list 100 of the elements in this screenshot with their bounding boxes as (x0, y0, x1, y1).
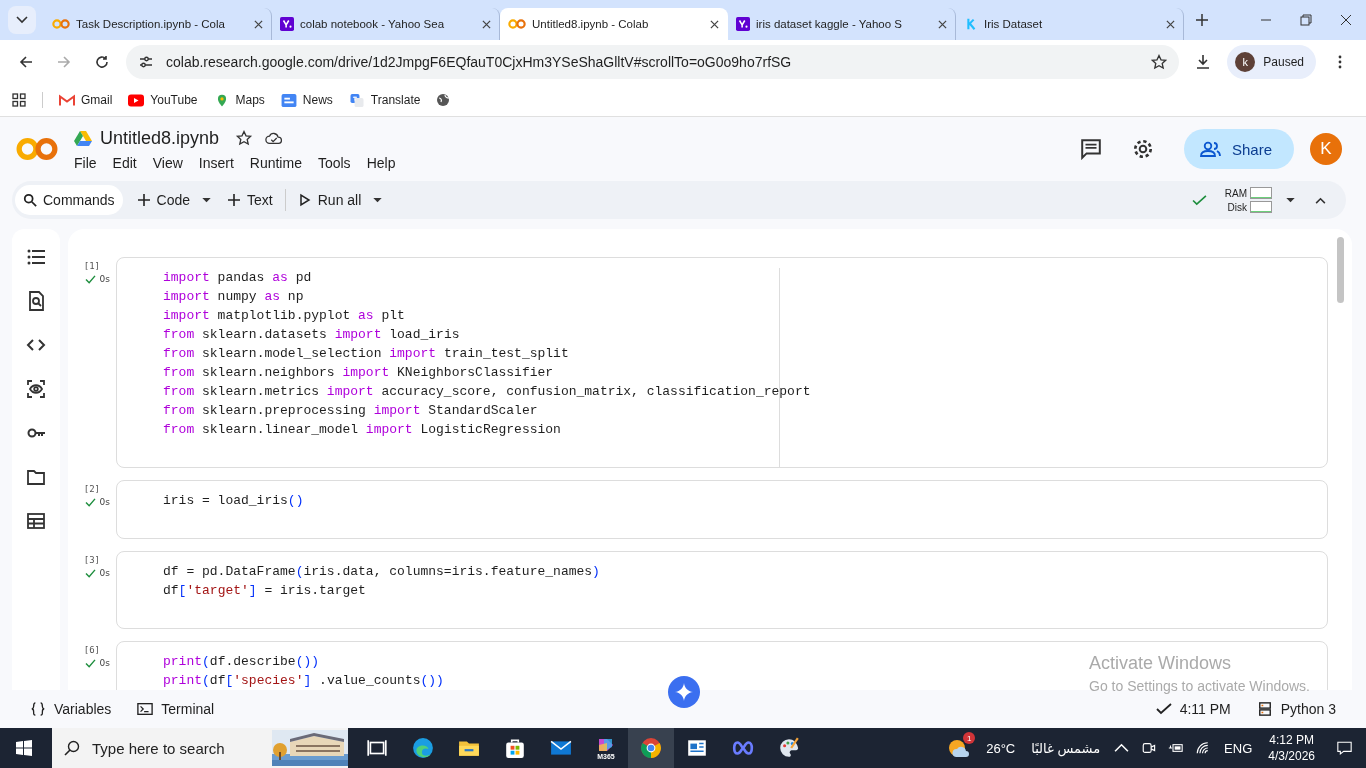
check-icon (84, 568, 96, 578)
palette-icon[interactable] (778, 737, 800, 759)
caret-icon[interactable] (202, 197, 212, 203)
menu-item[interactable]: Help (366, 154, 396, 171)
execution-time: 0s (99, 497, 110, 507)
task-view-icon[interactable] (366, 737, 388, 759)
colab-logo-icon (52, 18, 70, 30)
code-cell[interactable]: iris = load_iris() (116, 480, 1328, 539)
chevron-up-icon[interactable] (1114, 741, 1130, 755)
server-icon (1256, 702, 1273, 716)
battery-icon[interactable] (1168, 741, 1184, 755)
menu-item[interactable]: File (74, 154, 97, 171)
weather-icon[interactable] (948, 738, 971, 758)
execution-time: 0s (99, 568, 110, 578)
save-status[interactable]: 4:11 PM (1155, 701, 1231, 717)
yahoo-logo-icon (280, 17, 294, 31)
temperature[interactable]: 26°C (986, 740, 1016, 756)
store-icon[interactable] (504, 737, 526, 759)
table-icon[interactable] (26, 511, 46, 531)
restore-icon[interactable] (1300, 14, 1312, 26)
colab-logo-icon[interactable] (16, 136, 58, 162)
execution-count: [1] (83, 261, 100, 271)
bookmark-link[interactable]: Maps (213, 93, 265, 107)
notebook-title[interactable]: Untitled8.ipynb (100, 127, 220, 149)
bookmark-link[interactable]: YouTube (128, 93, 198, 107)
news-app-icon[interactable] (686, 737, 708, 759)
comment-icon[interactable] (1079, 138, 1102, 160)
list-icon[interactable] (26, 247, 46, 267)
collapse-icon[interactable] (1315, 196, 1326, 204)
wifi-icon[interactable] (1195, 741, 1211, 755)
terminal-icon (137, 702, 154, 716)
menu-item[interactable]: View (152, 154, 183, 171)
caret-icon[interactable] (1286, 197, 1295, 203)
terminal-button[interactable]: Terminal (137, 701, 215, 717)
chrome-icon[interactable] (640, 737, 662, 759)
menu-item[interactable]: Tools (317, 154, 351, 171)
ram-label: RAM (1224, 187, 1247, 199)
bookmark-link[interactable]: Translate (348, 93, 421, 107)
browser-tab[interactable]: Untitled8.ipynb - Colab (500, 8, 728, 40)
menu-item[interactable]: Edit (112, 154, 137, 171)
add-code-button[interactable]: Code (128, 185, 199, 215)
menu-item[interactable]: Insert (198, 154, 234, 171)
code-line: from sklearn.metrics import accuracy_score, confusion_matrix, classification_report (163, 383, 811, 401)
execution-time: 0s (99, 274, 110, 284)
add-text-button[interactable]: Text (219, 185, 281, 215)
new-tab-icon[interactable] (1196, 14, 1208, 26)
tab-search-button[interactable] (8, 6, 36, 34)
bookmark-link[interactable]: News (280, 93, 333, 107)
cloud-check-icon[interactable] (265, 130, 284, 146)
colab-logo-icon (508, 18, 526, 30)
braces-icon (30, 702, 46, 716)
bookmark-link[interactable]: Gmail (59, 93, 113, 107)
taskbar-search-field[interactable]: Type here to search (52, 728, 348, 768)
input-language[interactable]: ENG (1224, 740, 1253, 756)
people-icon (1199, 141, 1222, 157)
start-icon[interactable] (16, 740, 32, 756)
bookmark-star-icon[interactable] (1151, 54, 1168, 70)
share-button[interactable]: Share (1183, 129, 1294, 169)
variables-button[interactable]: Variables (30, 701, 112, 717)
folder-icon[interactable] (26, 467, 46, 487)
back-icon[interactable] (18, 54, 34, 70)
runtime-status[interactable]: Python 3 (1256, 701, 1336, 717)
settings-icon[interactable] (1131, 138, 1154, 160)
drive-icon[interactable] (74, 130, 92, 146)
close-icon[interactable] (1340, 14, 1352, 26)
camera-icon[interactable] (1141, 741, 1157, 755)
code-line: from sklearn.preprocessing import StandardScaler (163, 402, 538, 420)
profile-button[interactable]: k Paused (1227, 45, 1316, 79)
close-icon[interactable] (254, 19, 263, 29)
commands-button[interactable]: Commands (15, 185, 123, 215)
find-icon[interactable] (26, 291, 46, 311)
disk-label: Disk (1227, 201, 1247, 213)
download-icon[interactable] (1195, 54, 1212, 70)
globe-icon[interactable] (436, 93, 451, 107)
edge-icon[interactable] (412, 737, 434, 759)
run-all-button[interactable]: Run all (289, 185, 370, 215)
apps-grid-icon[interactable] (12, 93, 26, 107)
close-icon[interactable] (710, 19, 719, 29)
taskbar-clock[interactable]: 4:12 PM 4/3/2026 (1268, 733, 1315, 763)
close-icon[interactable] (482, 19, 491, 29)
gemini-button[interactable] (668, 676, 700, 708)
translate-icon (348, 93, 365, 107)
address-field[interactable]: colab.research.google.com/drive/1d2JmpgF6EQfauT0CjxHm3YSeShaGlltV#scrollTo=oG0o9ho7rfSG (126, 45, 1180, 79)
execution-time: 0s (99, 658, 110, 668)
scrollbar[interactable] (1337, 237, 1344, 303)
code-line: import matplotlib.pyplot as plt (163, 307, 405, 325)
star-icon[interactable] (235, 130, 254, 146)
gmail-icon (59, 93, 75, 107)
site-settings-icon[interactable] (138, 54, 154, 70)
notifications-icon[interactable] (1337, 741, 1352, 755)
weather-condition[interactable]: مشمس غالبًا (1031, 740, 1101, 756)
caret-icon[interactable] (373, 197, 383, 203)
close-icon[interactable] (1166, 19, 1175, 29)
eye-icon[interactable] (26, 379, 46, 399)
close-icon[interactable] (938, 19, 947, 29)
code-cell[interactable]: df = pd.DataFrame(iris.data, columns=iris.feature_names) df['target'] = iris.target (116, 551, 1328, 629)
menu-item[interactable]: Runtime (249, 154, 302, 171)
search-icon (64, 740, 80, 756)
reload-icon[interactable] (94, 54, 110, 70)
code-cell[interactable] (116, 257, 1328, 468)
